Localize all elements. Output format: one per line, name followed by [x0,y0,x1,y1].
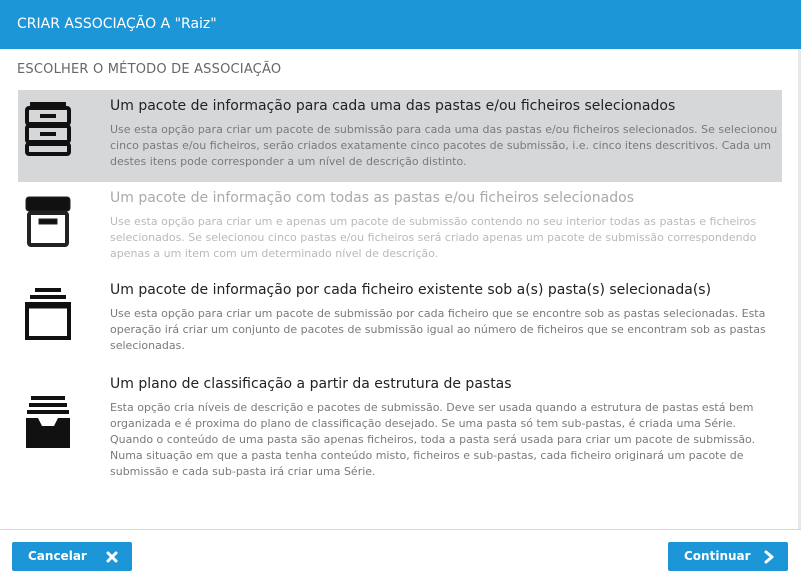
continue-button[interactable]: Continuar [668,542,788,571]
continue-button-label: Continuar [684,549,751,563]
option-description: Esta opção cria níveis de descrição e pa… [110,401,756,478]
inbox-tray-icon [23,394,73,448]
option-title: Um pacote de informação com todas as pas… [110,190,634,206]
option-title: Um pacote de informação por cada ficheir… [110,282,712,298]
association-dialog: CRIAR ASSOCIAÇÃO A "Raiz" ESCOLHER O MÉT… [0,0,801,579]
chevron-right-icon [764,542,774,571]
option-one-package-per-item[interactable]: Um pacote de informação para cada uma da… [18,90,782,182]
option-package-per-file[interactable]: Um pacote de informação por cada ficheir… [18,274,782,360]
cancel-button-label: Cancelar [28,549,87,563]
close-icon [106,542,118,571]
section-title: ESCOLHER O MÉTODO DE ASSOCIAÇÃO [17,62,282,77]
open-tray-icon [23,284,73,340]
option-title: Um plano de classificação a partir da es… [110,376,512,392]
option-description: Use esta opção para criar um pacote de s… [110,123,778,168]
cancel-button[interactable]: Cancelar [12,542,132,571]
option-single-package[interactable]: Um pacote de informação com todas as pas… [18,182,782,268]
filing-drawers-icon [23,100,73,156]
dialog-footer: Cancelar Continuar [0,529,801,579]
option-description: Use esta opção para criar um e apenas um… [110,215,757,260]
dialog-title: CRIAR ASSOCIAÇÃO A "Raiz" [0,0,801,49]
option-description: Use esta opção para criar um pacote de s… [110,307,766,352]
option-classification-plan[interactable]: Um plano de classificação a partir da es… [18,368,782,482]
option-title: Um pacote de informação para cada uma da… [110,98,676,114]
archive-box-icon [23,194,73,248]
